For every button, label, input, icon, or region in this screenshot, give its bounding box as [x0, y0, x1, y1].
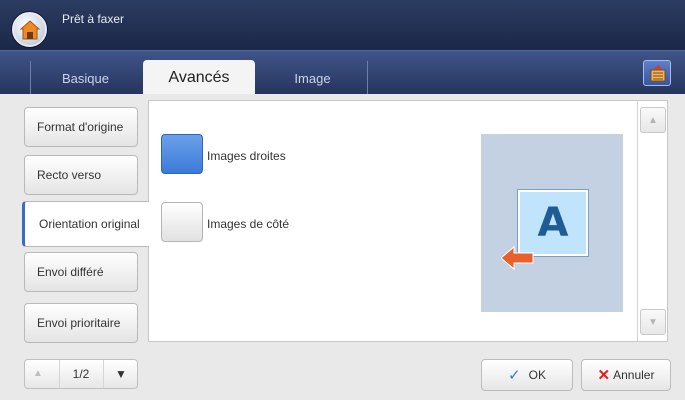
options-panel: Images droites Images de côté A ▲ ▼ [148, 100, 668, 342]
home-button[interactable] [12, 12, 47, 47]
sidebar-item-envoi-prioritaire[interactable]: Envoi prioritaire [24, 303, 138, 343]
job-list-icon [650, 65, 666, 82]
sidebar-pager: ▲ 1/2 ▼ [24, 359, 138, 389]
option-images-de-cote-toggle[interactable] [161, 202, 203, 242]
scrollbar: ▲ ▼ [637, 101, 668, 341]
tab-avances[interactable]: Avancés [143, 60, 255, 96]
page-title: Prêt à faxer [62, 12, 125, 26]
option-images-de-cote-label[interactable]: Images de côté [207, 217, 289, 231]
tab-basique[interactable]: Basique [30, 61, 140, 95]
sidebar-item-envoi-differe[interactable]: Envoi différé [24, 252, 138, 292]
check-icon: ✓ [508, 367, 521, 384]
scroll-up-button[interactable]: ▲ [640, 107, 666, 133]
chevron-down-icon: ▼ [648, 316, 658, 328]
page-next-icon[interactable]: ▼ [115, 367, 127, 381]
job-list-button[interactable] [643, 60, 671, 86]
close-icon: ✕ [597, 367, 611, 384]
option-images-droites-label[interactable]: Images droites [207, 149, 286, 163]
page-indicator: 1/2 [72, 367, 90, 381]
sidebar-item-orientation-original[interactable]: Orientation original [22, 201, 149, 247]
divider [103, 360, 104, 388]
chevron-up-icon: ▲ [648, 114, 658, 126]
option-images-droites-toggle[interactable] [161, 134, 203, 174]
orientation-preview: A [481, 134, 623, 312]
scroll-down-button[interactable]: ▼ [640, 309, 666, 335]
ok-label: OK [528, 368, 546, 382]
cancel-label: Annuler [613, 368, 655, 382]
sidebar-item-recto-verso[interactable]: Recto verso [24, 155, 138, 195]
ok-button[interactable]: ✓ OK [481, 359, 573, 391]
tab-bar: Basique Avancés Image [0, 50, 685, 96]
header-bar: Prêt à faxer [0, 0, 685, 50]
page-prev-icon[interactable]: ▲ [33, 368, 43, 379]
arrow-left-icon [501, 245, 534, 271]
sidebar-item-format-origine[interactable]: Format d'origine [24, 107, 138, 147]
home-icon [20, 20, 40, 40]
cancel-button[interactable]: ✕ Annuler [581, 359, 671, 391]
divider [59, 360, 60, 388]
tab-image[interactable]: Image [258, 61, 368, 95]
